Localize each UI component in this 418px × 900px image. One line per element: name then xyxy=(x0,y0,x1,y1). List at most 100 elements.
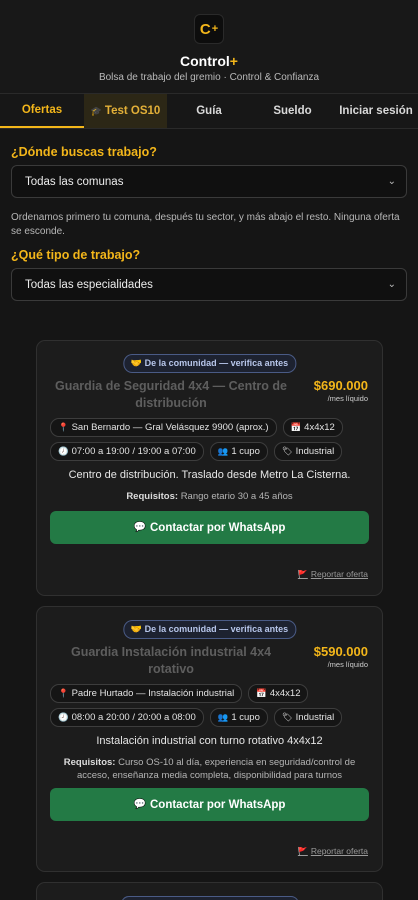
button-label: Contactar por WhatsApp xyxy=(150,798,286,811)
whatsapp-contact-button[interactable]: 💬 Contactar por WhatsApp xyxy=(50,511,369,544)
chevron-down-icon: ⌄ xyxy=(387,176,396,187)
chip-label: Industrial xyxy=(295,446,335,457)
main-tabs: Ofertas 🎓 Test OS10 Guía Sueldo Iniciar s… xyxy=(0,93,418,129)
schedule-chip: 🕗 08:00 a 20:00 / 20:00 a 08:00 xyxy=(50,708,204,727)
price-amount: $590.000 xyxy=(313,644,368,659)
whatsapp-contact-button[interactable]: 💬 Contactar por WhatsApp xyxy=(50,788,369,821)
type-select-value: Todas las especialidades xyxy=(25,278,153,291)
offer-card: 🤝 De la comunidad — verifica antes Guard… xyxy=(36,340,383,596)
tab-label: Guía xyxy=(196,105,222,117)
type-select[interactable]: Todas las especialidades ⌄ xyxy=(11,268,407,301)
offer-card-partial xyxy=(36,882,383,900)
logo-letter: C xyxy=(199,20,211,38)
clock-icon: 🕗 xyxy=(58,712,69,722)
tab-test-os10[interactable]: 🎓 Test OS10 xyxy=(84,94,167,128)
button-label: Contactar por WhatsApp xyxy=(150,521,286,534)
tab-sueldo[interactable]: Sueldo xyxy=(251,94,334,128)
chip-label: 4x4x12 xyxy=(269,688,301,699)
link-label: Reportar oferta xyxy=(310,846,368,856)
price-unit: /mes líquido xyxy=(327,660,368,669)
app-header: C + Control+ Bolsa de trabajo del gremio … xyxy=(0,0,418,93)
community-badge xyxy=(120,896,299,900)
offer-description: Centro de distribución. Traslado desde M… xyxy=(68,469,351,481)
schedule-chip: 🕖 07:00 a 19:00 / 19:00 a 07:00 xyxy=(50,442,204,461)
chat-bubble-icon: 💬 xyxy=(133,799,146,810)
tab-label: Ofertas xyxy=(21,104,63,116)
offer-chips-row: 📍 San Bernardo — Gral Velásquez 9900 (apr… xyxy=(50,418,372,437)
tab-ofertas[interactable]: Ofertas xyxy=(0,94,84,128)
flag-icon: 🚩 xyxy=(297,570,308,579)
handshake-icon: 🤝 xyxy=(130,624,145,634)
report-offer-link[interactable]: 🚩 Reportar oferta xyxy=(298,569,368,579)
link-label: Reportar oferta xyxy=(310,569,368,579)
chip-label: Industrial xyxy=(295,712,335,723)
offer-requirements: Requisitos: Curso OS-10 al día, experien… xyxy=(53,757,366,783)
chip-label: 1 cupo xyxy=(231,446,260,457)
community-badge: 🤝 De la comunidad — verifica antes xyxy=(122,620,297,639)
chip-label: 07:00 a 19:00 / 19:00 a 07:00 xyxy=(71,446,196,457)
requirements-label: Requisitos: xyxy=(126,491,179,502)
tab-label: Iniciar sesión xyxy=(339,105,413,117)
tab-label: Test OS10 xyxy=(104,105,161,117)
slots-chip: 👥 1 cupo xyxy=(209,442,268,461)
location-select-value: Todas las comunas xyxy=(25,175,124,188)
handshake-icon: 🤝 xyxy=(130,358,145,368)
pin-icon: 📍 xyxy=(58,688,69,698)
brand-name-suffix: + xyxy=(229,53,238,69)
flag-icon: 🚩 xyxy=(297,847,308,856)
offer-title: Guardia de Seguridad 4x4 — Centro de dis… xyxy=(54,379,287,410)
chip-label: San Bernardo — Gral Velásquez 9900 (apro… xyxy=(71,422,269,433)
tagline: Bolsa de trabajo del gremio · Control & … xyxy=(98,72,320,83)
price-amount: $690.000 xyxy=(313,378,368,393)
location-question: ¿Dónde buscas trabajo? xyxy=(11,145,157,159)
offer-chips-row: 🕗 08:00 a 20:00 / 20:00 a 08:00 👥 1 cupo 🏷… xyxy=(50,708,372,727)
chip-label: 08:00 a 20:00 / 20:00 a 08:00 xyxy=(71,712,196,723)
shift-chip: 📅 4x4x12 xyxy=(248,684,309,703)
tab-label: Sueldo xyxy=(273,105,312,117)
brand-name-text: Control xyxy=(180,53,230,69)
requirements-text: Rango etario 30 a 45 años xyxy=(180,491,293,502)
badge-label: De la comunidad — verifica antes xyxy=(144,624,289,634)
chip-label: 4x4x12 xyxy=(304,422,335,433)
price-unit: /mes líquido xyxy=(327,394,368,403)
location-select[interactable]: Todas las comunas ⌄ xyxy=(11,165,407,198)
chevron-down-icon: ⌄ xyxy=(387,279,396,290)
community-badge: 🤝 De la comunidad — verifica antes xyxy=(122,354,297,373)
people-icon: 👥 xyxy=(217,446,229,456)
offer-title: Guardia Instalación industrial 4x4 rotat… xyxy=(70,645,272,676)
filters-section: ¿Dónde buscas trabajo? Todas las comunas… xyxy=(0,145,418,301)
location-chip: 📍 San Bernardo — Gral Velásquez 9900 (apr… xyxy=(50,418,277,437)
people-icon: 👥 xyxy=(217,712,229,722)
slots-chip: 👥 1 cupo xyxy=(209,708,268,727)
chat-bubble-icon: 💬 xyxy=(133,522,146,533)
offer-price: $590.000 /mes líquido xyxy=(314,644,368,669)
tag-icon: 🏷 xyxy=(281,712,293,722)
calendar-icon: 📅 xyxy=(290,422,302,432)
type-question: ¿Qué tipo de trabajo? xyxy=(11,248,141,262)
calendar-icon: 📅 xyxy=(256,688,267,698)
sector-chip: 🏷 Industrial xyxy=(273,442,343,461)
app-logo: C + xyxy=(194,14,224,44)
badge-label: De la comunidad — verifica antes xyxy=(144,358,289,368)
offer-price: $690.000 /mes líquido xyxy=(314,378,368,403)
sector-chip: 🏷 Industrial xyxy=(273,708,343,727)
offer-chips-row: 🕖 07:00 a 19:00 / 19:00 a 07:00 👥 1 cupo 🏷… xyxy=(50,442,372,461)
offer-card: 🤝 De la comunidad — verifica antes Guard… xyxy=(36,606,383,872)
report-offer-link[interactable]: 🚩 Reportar oferta xyxy=(298,846,368,856)
shift-chip: 📅 4x4x12 xyxy=(282,418,343,437)
offer-description: Instalación industrial con turno rotativ… xyxy=(96,735,323,747)
graduation-cap-icon: 🎓 xyxy=(90,105,102,116)
chip-label: 1 cupo xyxy=(231,712,260,723)
offer-requirements: Requisitos: Rango etario 30 a 45 años xyxy=(53,491,366,504)
tab-iniciar-sesion[interactable]: Iniciar sesión xyxy=(334,94,418,128)
requirements-text: Curso OS-10 al día, experiencia en segur… xyxy=(76,757,356,781)
logo-plus: + xyxy=(211,23,219,35)
tag-icon: 🏷 xyxy=(281,446,293,456)
sort-note: Ordenamos primero tu comuna, después tu … xyxy=(11,212,400,237)
requirements-label: Requisitos: xyxy=(63,757,116,768)
chip-label: Padre Hurtado — Instalación industrial xyxy=(71,688,235,699)
offer-chips-row: 📍 Padre Hurtado — Instalación industrial … xyxy=(50,684,372,703)
clock-icon: 🕖 xyxy=(58,446,69,456)
tab-guia[interactable]: Guía xyxy=(167,94,251,128)
pin-icon: 📍 xyxy=(58,422,69,432)
